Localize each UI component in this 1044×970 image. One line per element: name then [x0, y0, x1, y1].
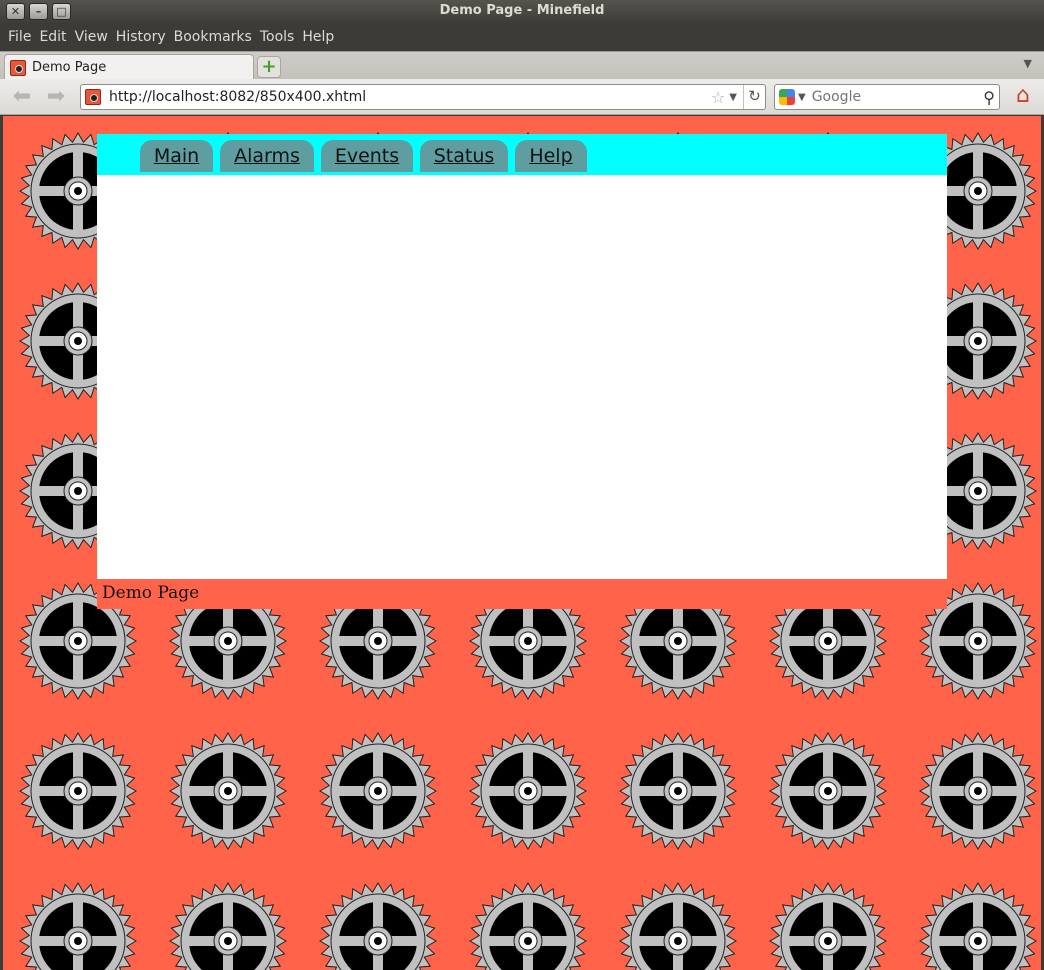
bookmark-star-icon[interactable]: ☆	[711, 88, 725, 107]
maximize-window-button[interactable]: □	[52, 3, 71, 20]
gear-icon	[619, 732, 737, 850]
chevron-down-icon: ▼	[1023, 57, 1032, 70]
reload-icon: ↻	[748, 87, 761, 105]
tab-list-button[interactable]: ▼	[1024, 57, 1032, 70]
back-arrow-icon: ⬅	[12, 84, 32, 109]
menu-bookmarks[interactable]: Bookmarks	[170, 24, 256, 51]
gear-icon	[919, 882, 1037, 970]
menu-tools[interactable]: Tools	[256, 24, 299, 51]
menu-help[interactable]: Help	[298, 24, 338, 51]
gear-icon	[919, 732, 1037, 850]
search-engine-dropdown-icon[interactable]: ▼	[798, 92, 806, 103]
url-bar[interactable]: http://localhost:8082/850x400.xhtml ☆ ▼ …	[80, 84, 766, 110]
close-window-button[interactable]: ✕	[6, 3, 25, 20]
page-viewport: Main Alarms Events Status Help Demo Page	[3, 116, 1041, 970]
gear-icon	[19, 882, 137, 970]
gear-icon	[319, 732, 437, 850]
url-history-dropdown-icon[interactable]: ▼	[729, 92, 737, 103]
gear-icon	[769, 732, 887, 850]
footer-text: Demo Page	[102, 583, 200, 603]
menu-file[interactable]: File	[4, 24, 35, 51]
nav-tab-alarms[interactable]: Alarms	[220, 140, 314, 172]
search-engine-icon[interactable]	[779, 89, 795, 105]
content-panel: Main Alarms Events Status Help Demo Page	[97, 134, 947, 609]
gear-icon	[769, 882, 887, 970]
menu-history[interactable]: History	[112, 24, 170, 51]
search-bar[interactable]: ▼ ⚲	[774, 84, 1000, 110]
page-footer: Demo Page	[97, 579, 947, 609]
search-input[interactable]	[811, 89, 984, 105]
gear-icon	[319, 882, 437, 970]
gear-icon	[469, 732, 587, 850]
minimize-window-button[interactable]: –	[29, 3, 48, 20]
gear-icon	[469, 882, 587, 970]
nav-tab-help[interactable]: Help	[515, 140, 587, 172]
nav-tab-events[interactable]: Events	[321, 140, 413, 172]
menu-edit[interactable]: Edit	[35, 24, 70, 51]
navigation-toolbar: ⬅ ➡ http://localhost:8082/850x400.xhtml …	[0, 79, 1044, 115]
search-icon[interactable]: ⚲	[983, 88, 995, 107]
tab-bar: Demo Page + ▼	[0, 51, 1044, 80]
menubar: File Edit View History Bookmarks Tools H…	[0, 24, 1044, 51]
page-favicon-icon	[10, 59, 26, 76]
plus-icon: +	[261, 56, 277, 77]
back-button[interactable]: ⬅	[9, 85, 35, 109]
tab-demo-page[interactable]: Demo Page	[4, 54, 254, 80]
menu-view[interactable]: View	[71, 24, 112, 51]
gear-icon	[19, 732, 137, 850]
window-controls: ✕ – □	[6, 3, 71, 20]
reload-button[interactable]: ↻	[743, 85, 765, 109]
site-identity-icon[interactable]	[85, 89, 101, 105]
gear-icon	[169, 732, 287, 850]
nav-tab-main[interactable]: Main	[140, 140, 213, 172]
home-button[interactable]: ⌂	[1010, 85, 1036, 109]
gear-icon	[169, 882, 287, 970]
nav-tab-status[interactable]: Status	[420, 140, 508, 172]
home-icon: ⌂	[1016, 83, 1030, 108]
forward-arrow-icon: ➡	[46, 84, 66, 109]
forward-button[interactable]: ➡	[43, 85, 69, 109]
new-tab-button[interactable]: +	[257, 56, 281, 78]
window-title: Demo Page - Minefield	[439, 3, 605, 18]
url-text[interactable]: http://localhost:8082/850x400.xhtml	[109, 89, 711, 105]
page-nav-bar: Main Alarms Events Status Help	[97, 134, 947, 175]
gear-icon	[619, 882, 737, 970]
tab-label: Demo Page	[32, 60, 107, 75]
window-titlebar: ✕ – □ Demo Page - Minefield	[0, 0, 1044, 24]
